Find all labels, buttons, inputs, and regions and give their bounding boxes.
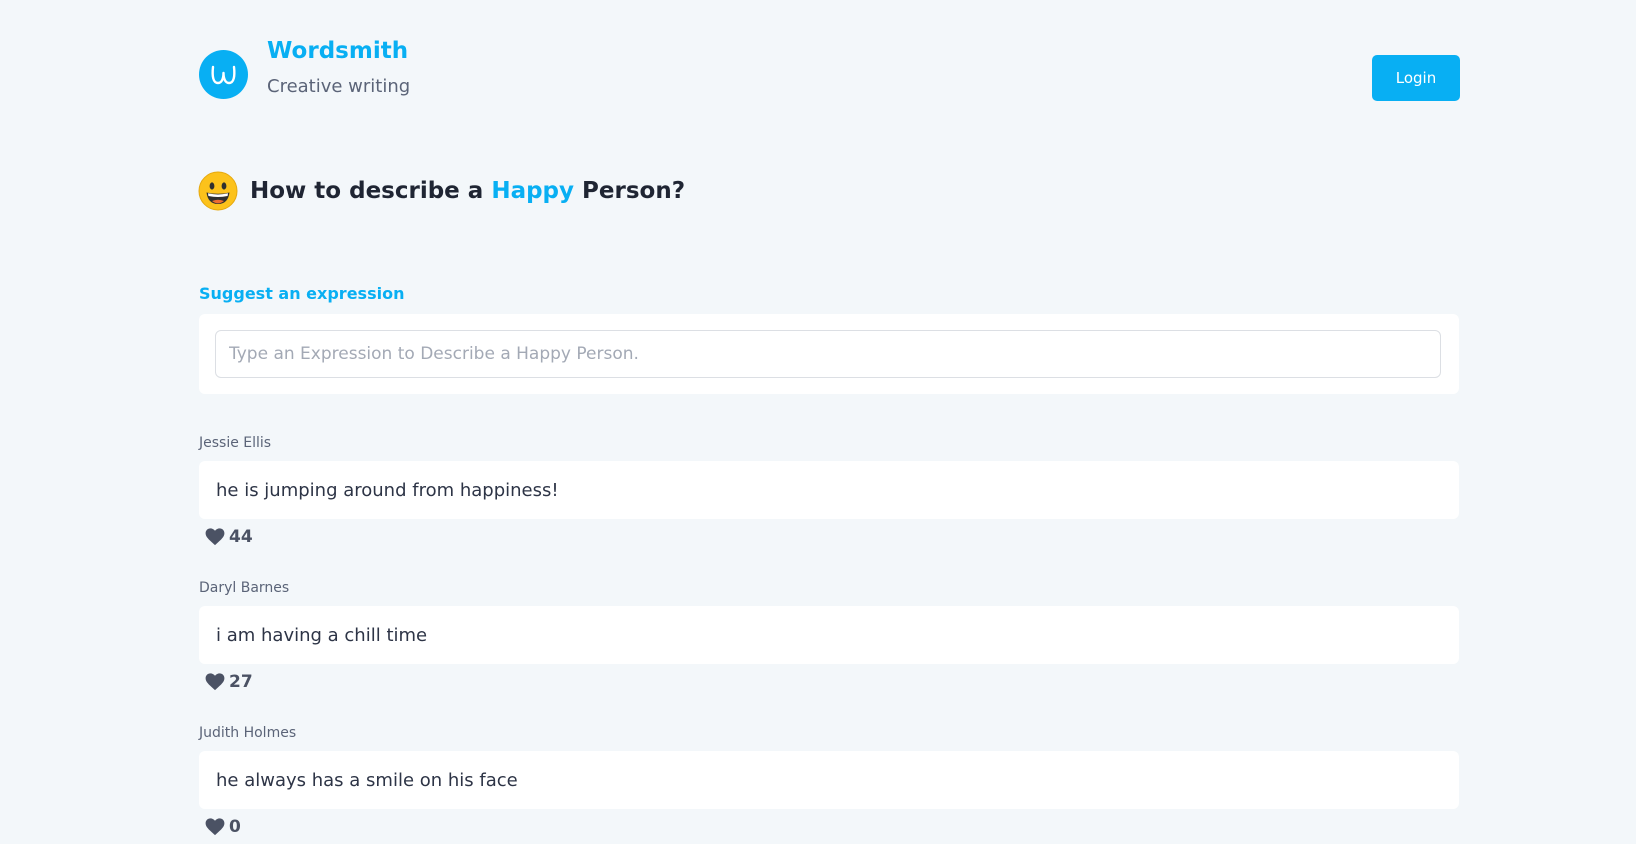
title-prefix: How to describe a (250, 178, 492, 204)
entry-text: he always has a smile on his face (216, 769, 518, 791)
grinning-face-icon (198, 171, 238, 211)
likes-count: 0 (229, 817, 241, 837)
logo-glyph-icon (211, 65, 236, 85)
title-highlight: Happy (491, 178, 575, 204)
heart-icon (205, 528, 225, 546)
entry-author: Jessie Ellis (199, 435, 272, 451)
suggest-label: Suggest an expression (199, 284, 405, 303)
like-button[interactable]: 27 (205, 672, 253, 692)
entry-card: i am having a chill time (199, 606, 1459, 664)
entry-text: he is jumping around from happiness! (216, 479, 559, 501)
brand-name[interactable]: Wordsmith (267, 38, 408, 64)
like-button[interactable]: 44 (205, 527, 253, 547)
title-suffix: Person? (574, 178, 686, 204)
brand-tagline: Creative writing (267, 76, 411, 97)
entry-author: Daryl Barnes (199, 580, 290, 596)
page-title: How to describe a Happy Person? (250, 178, 685, 204)
heart-icon (205, 818, 225, 836)
page: Wordsmith Creative writing Login How to … (0, 0, 1636, 844)
suggest-card (199, 314, 1459, 394)
likes-count: 44 (229, 527, 253, 547)
wordsmith-logo-icon[interactable] (199, 50, 248, 99)
entry-text: i am having a chill time (216, 624, 428, 646)
heart-icon (205, 673, 225, 691)
entry-card: he always has a smile on his face (199, 751, 1459, 809)
entry-card: he is jumping around from happiness! (199, 461, 1459, 519)
likes-count: 27 (229, 672, 253, 692)
entry-author: Judith Holmes (199, 725, 297, 741)
login-button[interactable]: Login (1372, 55, 1460, 101)
like-button[interactable]: 0 (205, 817, 241, 837)
expression-input[interactable] (215, 330, 1441, 378)
